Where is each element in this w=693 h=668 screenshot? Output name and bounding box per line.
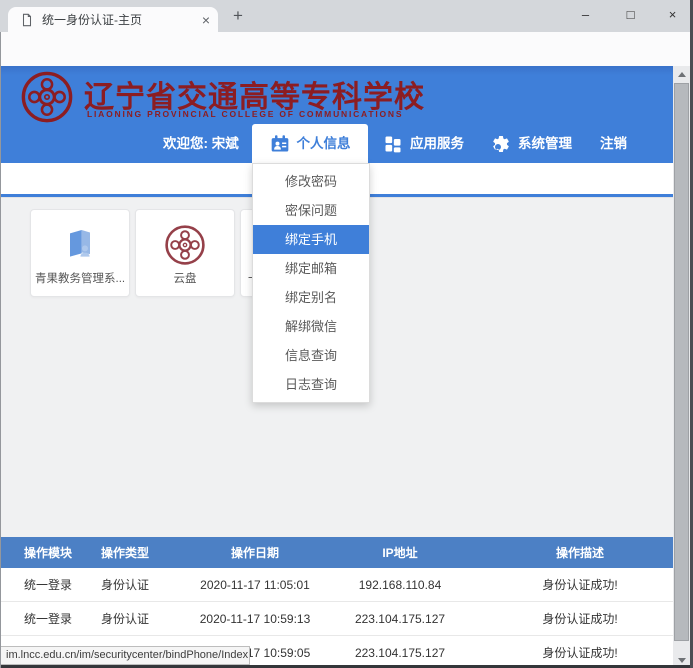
new-tab-button[interactable]: + [226, 4, 250, 28]
menu-item-unbind-wechat[interactable]: 解绑微信 [253, 312, 369, 341]
qingguo-app-icon [31, 222, 129, 268]
table-row: 统一登录 身份认证 2020-11-17 11:05:01 192.168.11… [0, 568, 690, 602]
cell-type: 身份认证 [95, 576, 180, 593]
close-button[interactable]: × [650, 0, 693, 30]
col-header: 操作类型 [95, 544, 180, 561]
cell-type: 身份认证 [95, 610, 180, 627]
log-table-header: 操作模块 操作类型 操作日期 IP地址 操作描述 [0, 537, 690, 568]
cloud-disk-app-icon [136, 222, 234, 268]
page-icon [20, 13, 34, 27]
cell-date: 2020-11-17 10:59:13 [180, 612, 330, 626]
browser-titlebar: 统一身份认证-主页 × + – □ × [0, 0, 693, 32]
app-grid-icon [383, 134, 403, 154]
cell-ip: 192.168.110.84 [330, 578, 470, 592]
app-card-label: 青果教务管理系... [35, 270, 125, 286]
nav-item-label: 系统管理 [518, 124, 572, 163]
browser-window: 统一身份认证-主页 × + – □ × 不安全 | im.lncc.edu.cn… [0, 0, 693, 668]
welcome-text: 欢迎您: 宋斌 [163, 124, 239, 163]
status-url-tooltip: im.lncc.edu.cn/im/securitycenter/bindPho… [0, 646, 250, 665]
nav-item-label: 应用服务 [410, 124, 464, 163]
site-banner: 辽宁省交通高等专科学校 LIAONING PROVINCIAL COLLEGE … [0, 66, 690, 163]
browser-toolbar: 不安全 | im.lncc.edu.cn/im/system/login/...… [0, 32, 693, 66]
id-card-icon [270, 134, 290, 154]
gear-icon [491, 134, 511, 154]
browser-tab[interactable]: 统一身份认证-主页 × [8, 7, 218, 32]
scrollbar-thumb[interactable] [674, 83, 689, 641]
menu-item-change-password[interactable]: 修改密码 [253, 167, 369, 196]
logout-link[interactable]: 注销 [600, 124, 627, 163]
col-header: 操作日期 [180, 544, 330, 561]
app-card-label: 云盘 [140, 270, 230, 286]
app-card-cloud-disk[interactable]: 云盘 [135, 209, 235, 297]
maximize-button[interactable]: □ [608, 0, 653, 30]
nav-item-system-admin[interactable]: 系统管理 [491, 124, 572, 163]
menu-item-info-query[interactable]: 信息查询 [253, 341, 369, 370]
window-border-left [0, 32, 1, 668]
school-seal-logo [20, 70, 74, 124]
cell-date: 2020-11-17 11:05:01 [180, 578, 330, 592]
minimize-button[interactable]: – [563, 0, 608, 30]
cell-module: 统一登录 [0, 610, 95, 627]
cell-ip: 223.104.175.127 [330, 612, 470, 626]
col-header: 操作描述 [470, 544, 690, 561]
school-name-en: LIAONING PROVINCIAL COLLEGE OF COMMUNICA… [87, 109, 403, 119]
scroll-up-icon[interactable] [673, 66, 690, 82]
col-header: IP地址 [330, 544, 470, 561]
personal-info-dropdown: 修改密码 密保问题 绑定手机 绑定邮箱 绑定别名 解绑微信 信息查询 日志查询 [252, 163, 370, 403]
menu-item-security-question[interactable]: 密保问题 [253, 196, 369, 225]
tab-close-icon[interactable]: × [202, 12, 210, 28]
col-header: 操作模块 [0, 544, 95, 561]
table-row: 统一登录 身份认证 2020-11-17 10:59:13 223.104.17… [0, 602, 690, 636]
tab-title: 统一身份认证-主页 [42, 11, 196, 28]
app-card-qingguo[interactable]: 青果教务管理系... [30, 209, 130, 297]
nav-item-personal-info[interactable]: 个人信息 [252, 124, 368, 163]
nav-item-app-services[interactable]: 应用服务 [383, 124, 464, 163]
nav-item-label: 个人信息 [297, 124, 351, 163]
cell-desc: 身份认证成功! [470, 644, 690, 661]
cell-desc: 身份认证成功! [470, 576, 690, 593]
page-scrollbar[interactable] [673, 66, 690, 668]
menu-item-bind-email[interactable]: 绑定邮箱 [253, 254, 369, 283]
cell-ip: 223.104.175.127 [330, 646, 470, 660]
menu-item-bind-phone[interactable]: 绑定手机 [253, 225, 369, 254]
menu-item-log-query[interactable]: 日志查询 [253, 370, 369, 399]
menu-item-bind-alias[interactable]: 绑定别名 [253, 283, 369, 312]
cell-desc: 身份认证成功! [470, 610, 690, 627]
cell-module: 统一登录 [0, 576, 95, 593]
